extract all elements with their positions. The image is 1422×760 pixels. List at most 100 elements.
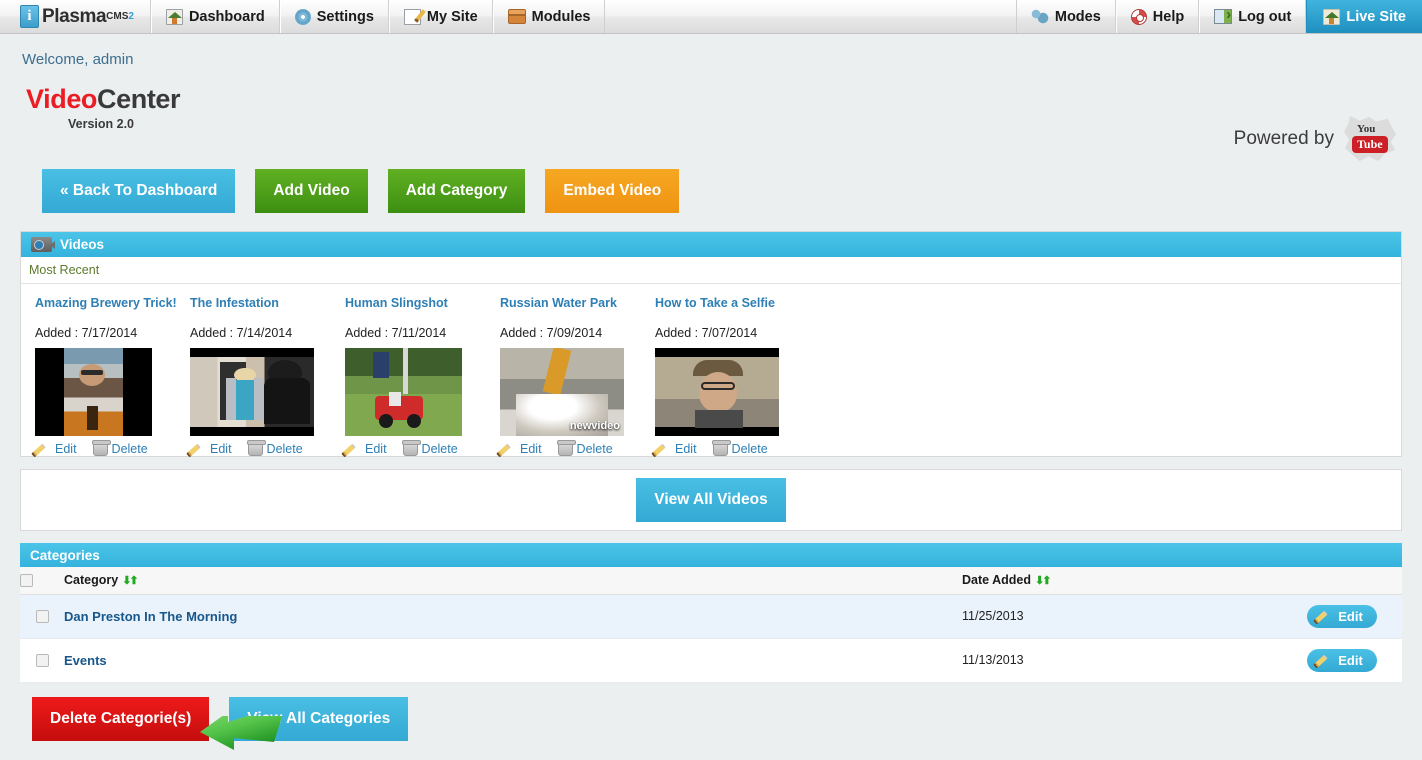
video-delete-link[interactable]: Delete	[246, 440, 303, 456]
videos-panel-header: Videos	[21, 232, 1401, 257]
pencil-icon	[500, 442, 516, 456]
video-title-link[interactable]: Russian Water Park	[500, 296, 655, 310]
video-thumbnail[interactable]	[345, 348, 462, 436]
added-value: 7/11/2014	[391, 326, 447, 340]
nav-item-my-site[interactable]: My Site	[388, 0, 493, 33]
lifering-icon	[1130, 8, 1147, 25]
nav-label-help: Help	[1152, 8, 1185, 25]
nav-item-logout[interactable]: Log out	[1199, 0, 1307, 33]
view-all-videos-button[interactable]: View All Videos	[636, 478, 786, 522]
added-value: 7/09/2014	[546, 326, 603, 340]
primary-action-buttons: « Back To Dashboard Add Video Add Catego…	[0, 169, 1422, 213]
trash-icon	[711, 440, 731, 456]
delete-categories-button[interactable]: Delete Categorie(s)	[32, 696, 210, 741]
row-select-cell	[20, 638, 64, 683]
sort-arrows-icon[interactable]: ⬇⬆	[1035, 574, 1052, 587]
video-title-link[interactable]: Human Slingshot	[345, 296, 500, 310]
col-date-added[interactable]: Date Added ⬇⬆	[962, 567, 1282, 595]
row-date-cell: 11/13/2013	[962, 638, 1282, 683]
row-date-cell: 11/25/2013	[962, 594, 1282, 639]
category-name-link[interactable]: Dan Preston In The Morning	[64, 609, 237, 624]
video-card-actions: Edit Delete	[655, 440, 810, 456]
add-video-button[interactable]: Add Video	[255, 169, 368, 213]
video-title-link[interactable]: Amazing Brewery Trick!	[35, 296, 190, 310]
nav-item-dashboard[interactable]: Dashboard	[150, 0, 280, 33]
plasma-cms-logo[interactable]: i Plasma CMS 2	[0, 0, 151, 33]
nav-item-modules[interactable]: Modules	[492, 0, 606, 33]
categories-action-buttons: Delete Categorie(s) View All Categories	[0, 696, 1422, 741]
video-edit-link[interactable]: Edit	[190, 442, 232, 456]
select-all-checkbox[interactable]	[20, 574, 33, 588]
nav-item-modes[interactable]: Modes	[1015, 0, 1116, 33]
add-category-button[interactable]: Add Category	[387, 169, 526, 213]
video-card: Russian Water Park Added : 7/09/2014 new…	[500, 296, 655, 456]
video-added-date: Added : 7/07/2014	[655, 326, 810, 340]
home-icon	[165, 8, 183, 25]
nav-label-modes: Modes	[1054, 8, 1101, 25]
video-edit-link[interactable]: Edit	[655, 442, 697, 456]
logo-i-mark: i	[20, 5, 39, 28]
nav-right-group: Modes Help Log out Live Site	[1015, 0, 1422, 33]
added-prefix: Added :	[500, 326, 547, 340]
gears-icon	[1030, 9, 1049, 24]
video-thumbnail[interactable]: newvideo	[500, 348, 624, 436]
trash-icon	[401, 440, 421, 456]
pencil-note-icon	[403, 8, 421, 25]
categories-panel-title: Categories	[30, 547, 100, 563]
added-prefix: Added :	[655, 326, 702, 340]
video-card-actions: Edit Delete	[500, 440, 655, 456]
nav-item-help[interactable]: Help	[1115, 0, 1200, 33]
table-row: Dan Preston In The Morning 11/25/2013 Ed…	[20, 594, 1402, 639]
youtube-you-text: You	[1357, 123, 1376, 135]
welcome-message: Welcome, admin	[22, 51, 134, 68]
row-select-cell	[20, 594, 64, 639]
powered-by-youtube: Powered by You Tube	[1234, 116, 1396, 162]
nav-item-live-site[interactable]: Live Site	[1306, 0, 1422, 33]
video-delete-link[interactable]: Delete	[401, 440, 458, 456]
videos-panel-title: Videos	[60, 237, 105, 252]
view-all-categories-button[interactable]: View All Categories	[229, 696, 409, 741]
video-card: How to Take a Selfie Added : 7/07/2014 E…	[655, 296, 810, 456]
video-card-actions: Edit Delete	[345, 440, 500, 456]
logo-cms-text: CMS	[106, 11, 129, 22]
col-category-label: Category	[64, 573, 119, 588]
nav-label-my-site: My Site	[426, 8, 478, 25]
video-edit-link[interactable]: Edit	[345, 442, 387, 456]
table-header-row: Category ⬇⬆ Date Added ⬇⬆	[20, 567, 1402, 595]
video-title-link[interactable]: The Infestation	[190, 296, 345, 310]
video-thumbnail[interactable]	[35, 348, 152, 436]
video-edit-link[interactable]: Edit	[35, 442, 77, 456]
back-to-dashboard-button[interactable]: « Back To Dashboard	[42, 169, 236, 213]
col-actions	[1282, 567, 1402, 595]
videos-list: Amazing Brewery Trick! Added : 7/17/2014…	[21, 284, 1401, 456]
row-checkbox[interactable]	[35, 654, 49, 668]
row-checkbox[interactable]	[35, 610, 49, 624]
page-body: Welcome, admin VideoCenter Version 2.0 P…	[0, 34, 1422, 750]
sort-arrows-icon[interactable]: ⬇⬆	[122, 574, 139, 587]
category-name-link[interactable]: Events	[64, 653, 107, 668]
video-delete-link[interactable]: Delete	[711, 440, 768, 456]
most-recent-label[interactable]: Most Recent	[29, 263, 99, 277]
video-added-date: Added : 7/14/2014	[190, 326, 345, 340]
video-thumbnail[interactable]	[190, 348, 314, 436]
delete-label: Delete	[266, 442, 303, 456]
home-live-icon	[1323, 8, 1341, 25]
categories-panel: Categories Category ⬇⬆ Date Added ⬇⬆ Dan…	[20, 543, 1402, 683]
video-edit-link[interactable]: Edit	[500, 442, 542, 456]
row-edit-button[interactable]: Edit	[1307, 604, 1377, 628]
video-thumbnail[interactable]	[655, 348, 779, 436]
categories-panel-header: Categories	[20, 543, 1402, 567]
video-title-link[interactable]: How to Take a Selfie	[655, 296, 810, 310]
videos-filter-bar: Most Recent	[21, 257, 1401, 284]
nav-item-settings[interactable]: Settings	[279, 0, 389, 33]
embed-video-button[interactable]: Embed Video	[545, 169, 680, 213]
pencil-icon	[1317, 653, 1333, 667]
brand-video-text: Video	[26, 84, 98, 114]
nav-label-settings: Settings	[316, 8, 374, 25]
video-delete-link[interactable]: Delete	[91, 440, 148, 456]
col-category[interactable]: Category ⬇⬆	[64, 567, 962, 595]
added-prefix: Added :	[35, 326, 82, 340]
row-edit-button[interactable]: Edit	[1307, 648, 1377, 672]
brand-center-text: Center	[97, 84, 181, 114]
video-delete-link[interactable]: Delete	[556, 440, 613, 456]
